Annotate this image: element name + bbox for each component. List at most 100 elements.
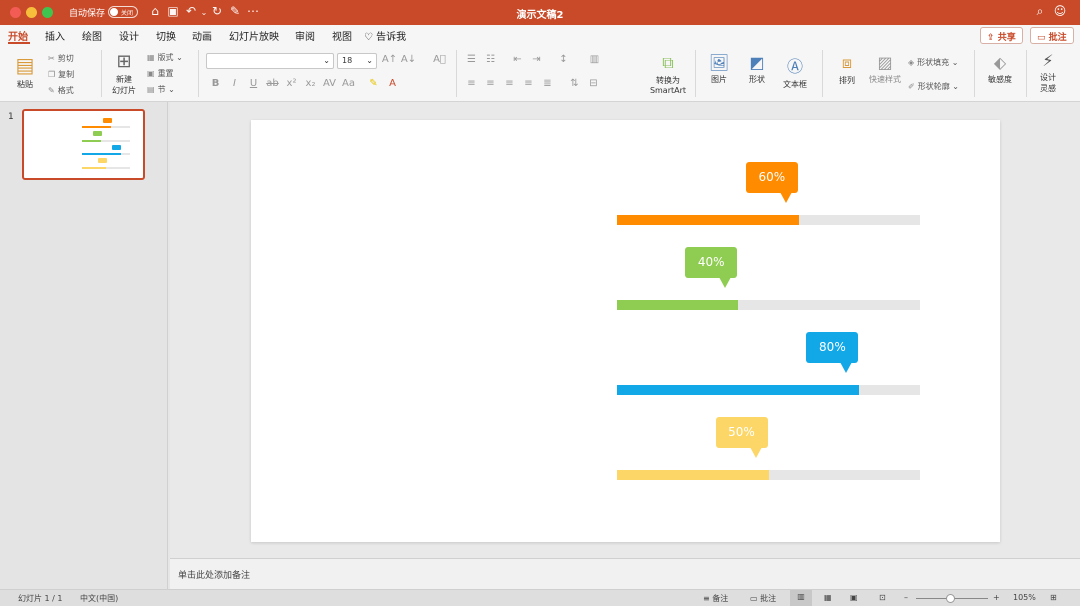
textbox-label: 文本框 — [783, 80, 807, 89]
notes-toggle[interactable]: ≡ 备注 — [703, 593, 728, 604]
tab-animations[interactable]: 动画 — [192, 28, 212, 43]
font-size-value: 18 — [342, 56, 353, 65]
fit-slide-icon[interactable]: ⊞ — [1050, 593, 1057, 602]
font-size-select[interactable]: 18 ⌄ — [337, 53, 377, 69]
decrease-indent-icon[interactable]: ⇤ — [508, 54, 527, 65]
tab-design[interactable]: 设计 — [119, 28, 139, 43]
align-left-icon[interactable]: ≡ — [462, 78, 481, 89]
shape-button[interactable]: ◩ 形状 — [740, 53, 774, 85]
tab-review[interactable]: 审阅 — [295, 28, 315, 43]
clear-format-icon[interactable]: A⃠ — [430, 54, 449, 65]
zoom-slider-knob[interactable] — [946, 594, 955, 603]
zoom-out-icon[interactable]: – — [904, 593, 908, 602]
designer-label-1: 设计 — [1040, 73, 1056, 82]
bullets-icon[interactable]: ☰ — [462, 54, 481, 65]
tab-transitions[interactable]: 切换 — [156, 28, 176, 43]
comment-icon: ▭ — [750, 594, 758, 603]
increase-indent-icon[interactable]: ⇥ — [527, 54, 546, 65]
format-label: 格式 — [57, 86, 74, 95]
zoom-level[interactable]: 105% — [1013, 593, 1036, 602]
zoom-in-icon[interactable]: + — [993, 593, 1000, 602]
section-button[interactable]: ▤ 节 ⌄ — [147, 84, 175, 95]
highlight-icon[interactable]: ✎ — [364, 78, 383, 89]
reading-view-icon[interactable]: ▣ — [850, 593, 858, 602]
underline-icon[interactable]: U — [244, 78, 263, 89]
superscript-icon[interactable]: x² — [282, 78, 301, 89]
comments-label: 批注 — [1048, 33, 1067, 43]
shape-fill-button[interactable]: ◈ 形状填充 ⌄ — [908, 57, 958, 68]
progress-track — [617, 470, 920, 480]
smartart-icon: ⧉ — [662, 53, 674, 72]
progress-fill — [617, 215, 799, 225]
scissors-icon: ✂ — [48, 54, 55, 63]
new-slide-button[interactable]: ⊞ 新建 幻灯片 — [108, 51, 140, 96]
char-spacing-icon[interactable]: AV — [320, 78, 339, 89]
tab-home[interactable]: 开始 — [8, 28, 28, 43]
progress-fill — [617, 470, 769, 480]
change-case-icon[interactable]: Aa — [339, 78, 358, 89]
tab-insert[interactable]: 插入 — [45, 28, 65, 43]
tab-view[interactable]: 视图 — [332, 28, 352, 43]
arrange-button[interactable]: ⧈ 排列 — [830, 53, 864, 86]
textbox-button[interactable]: Ⓐ 文本框 — [777, 53, 813, 90]
thumb-fill — [82, 126, 112, 129]
share-button[interactable]: ⇪ 共享 — [980, 27, 1023, 44]
comments-toggle[interactable]: ▭ 批注 — [750, 593, 776, 604]
distribute-icon[interactable]: ≣ — [538, 78, 557, 89]
quick-style-button[interactable]: ▨ 快速样式 — [866, 53, 904, 85]
align-center-icon[interactable]: ≡ — [481, 78, 500, 89]
bold-icon[interactable]: B — [206, 78, 225, 89]
section-label: 节 — [157, 85, 166, 94]
title-bar: 自动保存 关闭 ⌂ ▣ ↶ ⌄ ↻ ✎ ⋯ 演示文稿2 ⌕ ☺ — [0, 0, 1080, 25]
ribbon-tabs: 开始 插入 绘图 设计 切换 动画 幻灯片放映 审阅 视图 ♡ 告诉我 ⇪ 共享… — [0, 25, 1080, 45]
tab-draw[interactable]: 绘图 — [82, 28, 102, 43]
align-text-icon[interactable]: ⊟ — [584, 78, 603, 89]
decrease-font-icon[interactable]: A↓ — [399, 54, 418, 65]
convert-label-1: 转换为 — [656, 76, 680, 85]
font-name-select[interactable]: ⌄ — [206, 53, 334, 69]
comments-button[interactable]: ▭ 批注 — [1030, 27, 1074, 44]
slide-sorter-icon[interactable]: ▦ — [824, 593, 832, 602]
progress-fill — [617, 300, 739, 310]
progress-track — [617, 215, 920, 225]
increase-font-icon[interactable]: A↑ — [380, 54, 399, 65]
normal-view-icon[interactable]: ▥ — [790, 590, 812, 606]
format-painter-button[interactable]: ✎ 格式 — [48, 85, 74, 96]
notes-icon: ≡ — [703, 594, 710, 603]
font-color-icon[interactable]: A — [383, 78, 402, 89]
slide-thumbnail[interactable] — [22, 109, 145, 180]
slide[interactable]: 60% 40% 80% 50% — [251, 120, 1000, 542]
tab-slideshow[interactable]: 幻灯片放映 — [229, 28, 279, 43]
layout-button[interactable]: ▦ 版式 ⌄ — [147, 52, 183, 63]
smiley-icon[interactable]: ☺ — [1050, 4, 1070, 18]
convert-smartart-button[interactable]: ⧉ 转换为 SmartArt — [646, 53, 690, 95]
tab-tell-me[interactable]: ♡ 告诉我 — [364, 28, 406, 43]
cut-button[interactable]: ✂ 剪切 — [48, 53, 74, 64]
thumb-fill — [82, 139, 102, 142]
subscript-icon[interactable]: x₂ — [301, 78, 320, 89]
paste-button[interactable]: ▤ 粘贴 — [10, 53, 40, 90]
line-spacing-icon[interactable]: ↕ — [554, 54, 573, 65]
notes-placeholder: 单击此处添加备注 — [178, 571, 251, 581]
thumb-fill — [82, 153, 121, 156]
sensitivity-button[interactable]: ⬖ 敏感度 — [982, 53, 1018, 85]
reset-button[interactable]: ▣ 重置 — [147, 68, 174, 79]
italic-icon[interactable]: I — [225, 78, 244, 89]
notes-pane[interactable]: 单击此处添加备注 — [170, 558, 1080, 589]
columns-icon[interactable]: ▥ — [585, 54, 604, 65]
slideshow-icon[interactable]: ⊡ — [879, 593, 886, 602]
text-direction-icon[interactable]: ⇅ — [565, 78, 584, 89]
shape-outline-button[interactable]: ✐ 形状轮廓 ⌄ — [908, 81, 959, 92]
clipboard-icon: ▤ — [15, 53, 35, 77]
designer-button[interactable]: ⚡ 设计 灵感 — [1032, 51, 1064, 94]
designer-icon: ⚡ — [1042, 51, 1054, 70]
layout-icon: ▦ — [147, 53, 155, 62]
picture-button[interactable]: 🖼︎ 图片 — [702, 53, 736, 85]
justify-icon[interactable]: ≡ — [519, 78, 538, 89]
thumb-callout — [102, 117, 112, 123]
search-icon[interactable]: ⌕ — [1030, 4, 1050, 19]
align-right-icon[interactable]: ≡ — [500, 78, 519, 89]
copy-button[interactable]: ❐ 复制 — [48, 69, 74, 80]
numbering-icon[interactable]: ☷ — [481, 54, 500, 65]
strikethrough-icon[interactable]: ab — [263, 78, 282, 89]
